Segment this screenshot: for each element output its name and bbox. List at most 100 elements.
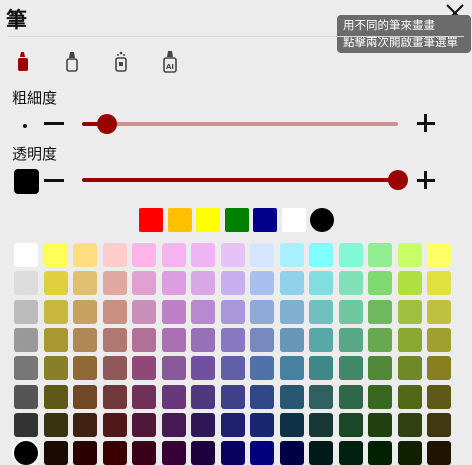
color-grid-swatch[interactable] [14, 271, 38, 296]
color-grid-swatch[interactable] [309, 271, 333, 296]
ai-pen-icon[interactable]: AI [160, 50, 180, 74]
color-grid-swatch[interactable] [14, 384, 38, 409]
quick-color-swatch[interactable] [281, 208, 306, 232]
color-grid-swatch[interactable] [73, 271, 97, 296]
color-grid-swatch[interactable] [368, 412, 392, 437]
color-grid-swatch[interactable] [132, 441, 156, 465]
color-grid-swatch[interactable] [220, 271, 245, 296]
color-grid-swatch[interactable] [132, 412, 156, 437]
color-grid-swatch[interactable] [368, 384, 392, 409]
marker-icon[interactable] [13, 50, 33, 74]
color-grid-swatch[interactable] [338, 327, 363, 352]
color-grid-swatch[interactable] [427, 299, 451, 324]
color-grid-swatch[interactable] [102, 412, 127, 437]
spray-icon[interactable] [111, 50, 131, 74]
color-grid-swatch[interactable] [397, 441, 422, 465]
thickness-decrease-button[interactable] [44, 122, 64, 125]
opacity-slider-track[interactable] [82, 178, 398, 182]
color-grid-swatch[interactable] [309, 356, 333, 381]
color-grid-swatch[interactable] [102, 356, 127, 381]
color-grid-swatch[interactable] [73, 412, 97, 437]
color-grid-swatch[interactable] [102, 327, 127, 352]
color-grid-swatch[interactable] [279, 299, 304, 324]
color-grid-swatch[interactable] [397, 271, 422, 296]
color-grid-swatch[interactable] [368, 327, 392, 352]
color-grid-swatch[interactable] [73, 299, 97, 324]
color-grid-swatch[interactable] [397, 384, 422, 409]
color-grid-swatch[interactable] [250, 271, 274, 296]
color-grid-swatch[interactable] [14, 441, 38, 465]
color-grid-swatch[interactable] [279, 384, 304, 409]
color-grid-swatch[interactable] [191, 299, 215, 324]
color-grid-swatch[interactable] [191, 412, 215, 437]
color-grid-swatch[interactable] [397, 299, 422, 324]
color-grid-swatch[interactable] [73, 243, 97, 267]
color-grid-swatch[interactable] [73, 384, 97, 409]
quick-color-swatch[interactable] [310, 208, 334, 232]
color-grid-swatch[interactable] [397, 356, 422, 381]
color-grid-swatch[interactable] [191, 356, 215, 381]
color-grid-swatch[interactable] [368, 271, 392, 296]
color-grid-swatch[interactable] [43, 441, 68, 465]
color-grid-swatch[interactable] [338, 441, 363, 465]
color-grid-swatch[interactable] [309, 327, 333, 352]
pen-icon[interactable] [62, 50, 82, 74]
color-grid-swatch[interactable] [191, 441, 215, 465]
color-grid-swatch[interactable] [309, 441, 333, 465]
color-grid-swatch[interactable] [220, 412, 245, 437]
color-grid-swatch[interactable] [368, 243, 392, 267]
color-grid-swatch[interactable] [397, 412, 422, 437]
color-grid-swatch[interactable] [279, 412, 304, 437]
color-grid-swatch[interactable] [102, 384, 127, 409]
color-grid-swatch[interactable] [220, 327, 245, 352]
color-grid-swatch[interactable] [279, 243, 304, 267]
color-grid-swatch[interactable] [220, 384, 245, 409]
color-grid-swatch[interactable] [279, 271, 304, 296]
color-grid-swatch[interactable] [73, 327, 97, 352]
color-grid-swatch[interactable] [43, 271, 68, 296]
color-grid-swatch[interactable] [191, 271, 215, 296]
color-grid-swatch[interactable] [220, 441, 245, 465]
color-grid-swatch[interactable] [309, 412, 333, 437]
color-grid-swatch[interactable] [14, 327, 38, 352]
color-grid-swatch[interactable] [102, 441, 127, 465]
color-grid-swatch[interactable] [191, 327, 215, 352]
color-grid-swatch[interactable] [161, 271, 186, 296]
color-grid-swatch[interactable] [338, 412, 363, 437]
color-grid-swatch[interactable] [161, 384, 186, 409]
color-grid-swatch[interactable] [43, 384, 68, 409]
opacity-increase-icon[interactable] [424, 171, 427, 189]
color-grid-swatch[interactable] [102, 271, 127, 296]
color-grid-swatch[interactable] [338, 299, 363, 324]
color-grid-swatch[interactable] [279, 441, 304, 465]
color-grid-swatch[interactable] [427, 327, 451, 352]
color-grid-swatch[interactable] [132, 384, 156, 409]
color-grid-swatch[interactable] [14, 243, 38, 267]
color-grid-swatch[interactable] [73, 356, 97, 381]
color-grid-swatch[interactable] [250, 243, 274, 267]
color-grid-swatch[interactable] [250, 327, 274, 352]
color-grid-swatch[interactable] [279, 327, 304, 352]
color-grid-swatch[interactable] [132, 299, 156, 324]
opacity-slider-thumb[interactable] [388, 170, 408, 190]
color-grid-swatch[interactable] [279, 356, 304, 381]
color-grid-swatch[interactable] [309, 299, 333, 324]
quick-color-swatch[interactable] [224, 208, 249, 232]
color-grid-swatch[interactable] [220, 243, 245, 267]
color-grid-swatch[interactable] [309, 243, 333, 267]
color-grid-swatch[interactable] [132, 327, 156, 352]
color-grid-swatch[interactable] [250, 299, 274, 324]
opacity-decrease-button[interactable] [44, 179, 64, 182]
color-grid-swatch[interactable] [102, 299, 127, 324]
color-grid-swatch[interactable] [427, 412, 451, 437]
color-grid-swatch[interactable] [250, 441, 274, 465]
color-grid-swatch[interactable] [427, 271, 451, 296]
quick-color-swatch[interactable] [196, 208, 220, 232]
color-grid-swatch[interactable] [161, 356, 186, 381]
color-grid-swatch[interactable] [338, 243, 363, 267]
color-grid-swatch[interactable] [250, 412, 274, 437]
color-grid-swatch[interactable] [191, 384, 215, 409]
color-grid-swatch[interactable] [73, 441, 97, 465]
thickness-slider-thumb[interactable] [97, 114, 118, 134]
color-grid-swatch[interactable] [132, 271, 156, 296]
